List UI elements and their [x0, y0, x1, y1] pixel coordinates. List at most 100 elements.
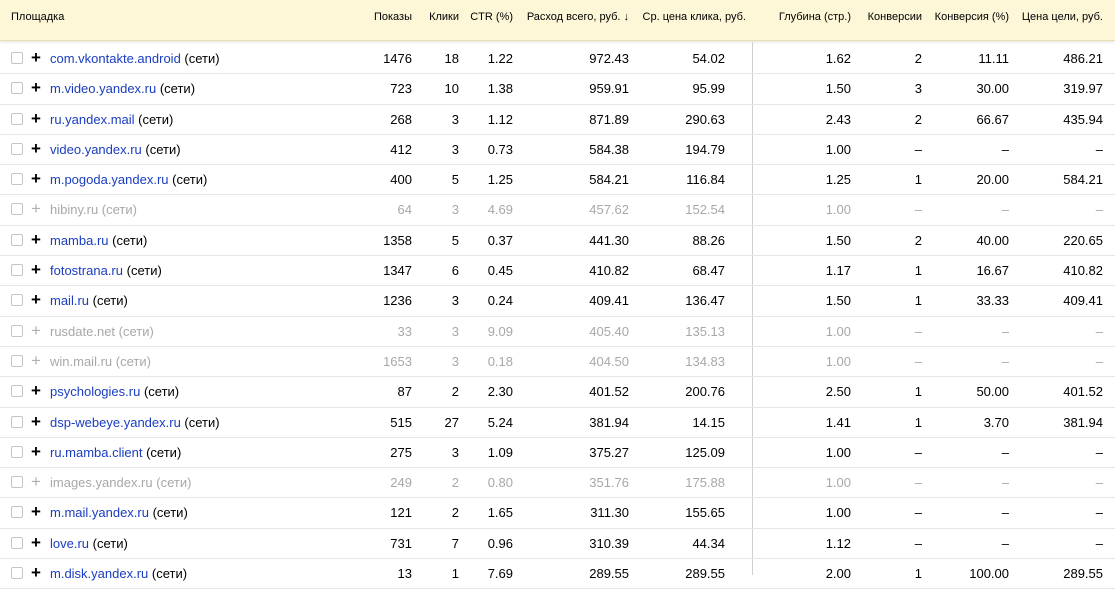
- cell-depth: 1.62: [825, 51, 851, 66]
- row-checkbox[interactable]: [11, 233, 23, 246]
- row-checkbox[interactable]: [11, 264, 23, 277]
- cell-spend: 457.62: [589, 202, 629, 218]
- row-checkbox[interactable]: [11, 324, 23, 337]
- cell-clicks: 3: [451, 111, 459, 127]
- table-row: + video.yandex.ru (сети) 412 3 0.73 584.38 194…: [0, 135, 1115, 166]
- col-header-depth[interactable]: Глубина (стр.): [779, 11, 851, 23]
- site-link[interactable]: ru.mamba.client: [50, 445, 142, 460]
- site-link[interactable]: m.mail.yandex.ru: [50, 505, 149, 520]
- site-link[interactable]: m.pogoda.yandex.ru: [50, 172, 169, 187]
- expand-plus-icon[interactable]: +: [31, 382, 41, 399]
- expand-plus-icon[interactable]: +: [31, 49, 41, 66]
- site-link[interactable]: ru.yandex.mail: [50, 112, 135, 127]
- cell-conversions: –: [914, 505, 922, 521]
- row-checkbox[interactable]: [11, 142, 23, 155]
- expand-plus-icon[interactable]: +: [31, 261, 41, 278]
- table-row: + psychologies.ru (сети) 87 2 2.30 401.52 200.…: [0, 377, 1115, 408]
- cell-depth: 1.50: [825, 81, 851, 97]
- row-checkbox[interactable]: [11, 445, 23, 458]
- cell-ctr: 9.09: [487, 323, 513, 339]
- col-header-conversion-rate[interactable]: Конверсия (%): [935, 11, 1009, 23]
- site-link[interactable]: rusdate.net: [50, 324, 115, 339]
- cell-conversions: –: [914, 353, 922, 369]
- cell-conversion-rate: 33.33: [976, 293, 1009, 309]
- site-link[interactable]: love.ru: [50, 536, 89, 551]
- cell-shows: 13: [397, 566, 412, 582]
- site-name: com.vkontakte.android (сети): [50, 51, 220, 66]
- cell-cpa: 435.94: [1063, 111, 1103, 127]
- col-header-spend[interactable]: Расход всего, руб. ↓: [527, 11, 629, 23]
- col-header-conversions[interactable]: Конверсии: [868, 11, 922, 23]
- cell-clicks: 3: [451, 444, 459, 460]
- expand-plus-icon[interactable]: +: [31, 200, 41, 217]
- cell-ctr: 1.09: [487, 444, 513, 460]
- col-header-clicks[interactable]: Клики: [429, 11, 459, 23]
- cell-clicks: 5: [451, 172, 459, 188]
- col-header-site[interactable]: Площадка: [11, 11, 64, 23]
- expand-plus-icon[interactable]: +: [31, 352, 41, 369]
- col-header-ctr[interactable]: CTR (%): [470, 11, 513, 23]
- expand-plus-icon[interactable]: +: [31, 443, 41, 460]
- cell-depth: 1.00: [825, 323, 851, 339]
- col-header-cpa[interactable]: Цена цели, руб.: [1022, 11, 1103, 23]
- expand-plus-icon[interactable]: +: [31, 413, 41, 430]
- site-name: m.pogoda.yandex.ru (сети): [50, 172, 207, 187]
- expand-plus-icon[interactable]: +: [31, 140, 41, 157]
- site-name: psychologies.ru (сети): [50, 384, 179, 399]
- cell-spend: 584.21: [589, 172, 629, 188]
- expand-plus-icon[interactable]: +: [31, 564, 41, 581]
- row-checkbox[interactable]: [11, 476, 23, 489]
- row-checkbox[interactable]: [11, 173, 23, 186]
- site-link[interactable]: dsp-webeye.yandex.ru: [50, 415, 181, 430]
- cell-depth: 1.50: [825, 232, 851, 248]
- row-checkbox[interactable]: [11, 354, 23, 367]
- expand-plus-icon[interactable]: +: [31, 110, 41, 127]
- cell-conversions: –: [914, 202, 922, 218]
- cell-conversion-rate: –: [1001, 323, 1009, 339]
- row-checkbox[interactable]: [11, 536, 23, 549]
- row-checkbox[interactable]: [11, 112, 23, 125]
- row-checkbox[interactable]: [11, 567, 23, 580]
- table-row: + mamba.ru (сети) 1358 5 0.37 441.30 88.26 1.50…: [0, 226, 1115, 257]
- site-link[interactable]: win.mail.ru: [50, 354, 112, 369]
- row-checkbox[interactable]: [11, 82, 23, 95]
- site-link[interactable]: m.video.yandex.ru: [50, 81, 156, 96]
- site-link[interactable]: com.vkontakte.android: [50, 51, 181, 66]
- site-link[interactable]: hibiny.ru: [50, 202, 98, 217]
- cell-shows: 1347: [383, 263, 412, 279]
- expand-plus-icon[interactable]: +: [31, 322, 41, 339]
- col-header-shows[interactable]: Показы: [374, 11, 412, 23]
- expand-plus-icon[interactable]: +: [31, 473, 41, 490]
- cell-depth: 1.17: [825, 263, 851, 279]
- row-checkbox[interactable]: [11, 415, 23, 428]
- site-name: rusdate.net (сети): [50, 324, 154, 339]
- expand-plus-icon[interactable]: +: [31, 170, 41, 187]
- site-link[interactable]: fotostrana.ru: [50, 263, 123, 278]
- site-link[interactable]: video.yandex.ru: [50, 142, 142, 157]
- cell-shows: 400: [390, 172, 412, 188]
- cell-cpa: 220.65: [1063, 232, 1103, 248]
- cell-conversion-rate: 30.00: [976, 81, 1009, 97]
- expand-plus-icon[interactable]: +: [31, 231, 41, 248]
- site-link[interactable]: images.yandex.ru: [50, 475, 153, 490]
- expand-plus-icon[interactable]: +: [31, 291, 41, 308]
- row-checkbox[interactable]: [11, 506, 23, 519]
- row-checkbox[interactable]: [11, 385, 23, 398]
- cell-cpc: 155.65: [685, 505, 725, 521]
- cell-depth: 1.00: [825, 475, 851, 491]
- cell-clicks: 1: [451, 566, 459, 582]
- row-checkbox[interactable]: [11, 52, 23, 64]
- col-header-cpc[interactable]: Ср. цена клика, руб.: [643, 11, 746, 23]
- row-checkbox[interactable]: [11, 294, 23, 307]
- site-link[interactable]: mamba.ru: [50, 233, 109, 248]
- site-link[interactable]: m.disk.yandex.ru: [50, 566, 148, 581]
- cell-clicks: 6: [451, 263, 459, 279]
- row-checkbox[interactable]: [11, 203, 23, 216]
- expand-plus-icon[interactable]: +: [31, 503, 41, 520]
- expand-plus-icon[interactable]: +: [31, 79, 41, 96]
- table-row: + love.ru (сети) 731 7 0.96 310.39 44.34 1.12 – –…: [0, 529, 1115, 560]
- cell-cpc: 95.99: [692, 81, 725, 97]
- site-link[interactable]: psychologies.ru: [50, 384, 140, 399]
- expand-plus-icon[interactable]: +: [31, 534, 41, 551]
- site-link[interactable]: mail.ru: [50, 293, 89, 308]
